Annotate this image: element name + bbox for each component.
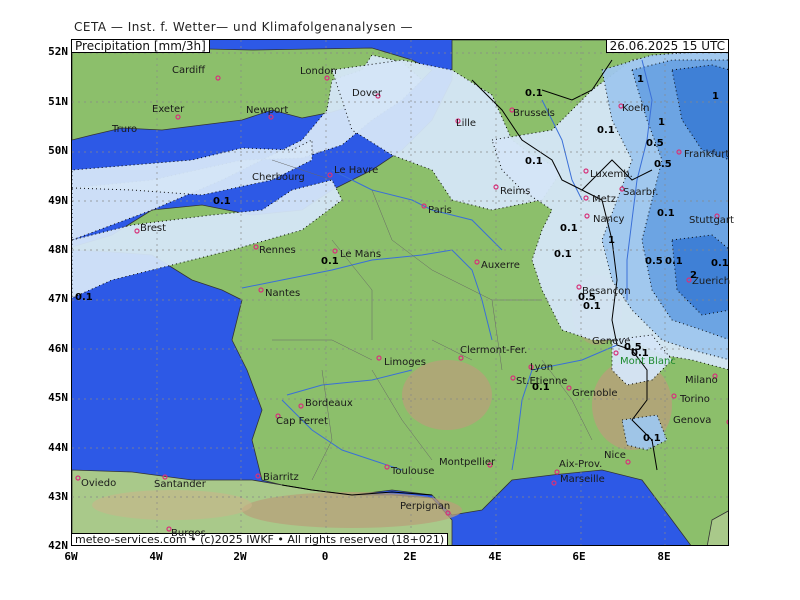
contour-label: 0.1 — [597, 125, 615, 136]
city-label-le-mans: Le Mans — [340, 249, 382, 260]
city-label-cardiff: Cardiff — [172, 65, 206, 76]
city-label-aix-prov: Aix-Prov. — [559, 459, 603, 470]
city-label-clermont-fer: Clermont-Fer. — [460, 345, 528, 356]
lat-tick-47n: 47N — [48, 292, 68, 305]
lon-tick-2w: 2W — [233, 550, 247, 563]
lat-tick-46n: 46N — [48, 342, 68, 355]
contour-label: 0.1 — [213, 196, 231, 207]
contour-label: 0.5 — [578, 292, 596, 303]
city-label-genova: Genova — [673, 415, 712, 426]
contour-label: 0.1 — [525, 88, 543, 99]
city-label-brussels: Brussels — [513, 108, 555, 119]
city-label-frankfurt: Frankfurt — [684, 149, 730, 160]
lat-tick-49n: 49N — [48, 194, 68, 207]
city-label-koeln: Koeln — [622, 103, 650, 114]
city-label-nantes: Nantes — [265, 288, 301, 299]
contour-label: 2 — [690, 270, 697, 281]
city-label-auxerre: Auxerre — [481, 260, 520, 271]
contour-label: 1 — [637, 74, 644, 85]
lon-tick-6e: 6E — [572, 550, 586, 563]
contour-label: 0.1 — [711, 258, 729, 269]
contour-label: 0.5 — [646, 138, 664, 149]
lon-tick-4w: 4W — [149, 550, 163, 563]
city-label-oviedo: Oviedo — [81, 478, 117, 489]
city-label-biarritz: Biarritz — [263, 472, 299, 483]
lat-tick-44n: 44N — [48, 441, 68, 454]
city-label-luxemb: Luxemb. — [590, 169, 633, 180]
contour-label: 1 — [608, 235, 615, 246]
city-label-exeter: Exeter — [152, 104, 185, 115]
contour-label: 1 — [712, 91, 719, 102]
city-label-london: London — [300, 66, 337, 77]
city-label-metz: Metz — [592, 194, 616, 205]
city-label-lyon: Lyon — [530, 362, 554, 373]
city-label-nancy: Nancy — [593, 214, 625, 225]
city-label-limoges: Limoges — [384, 357, 426, 368]
contour-label: 0.1 — [665, 256, 683, 267]
city-label-cap-ferret: Cap Ferret — [276, 416, 328, 427]
lon-tick-4e: 4E — [488, 550, 502, 563]
lon-tick-6w: 6W — [64, 550, 78, 563]
contour-label: 0.5 — [624, 342, 642, 353]
city-label-marseille: Marseille — [560, 474, 605, 485]
city-label-reims: Reims — [500, 186, 531, 197]
lon-tick-8e: 8E — [657, 550, 671, 563]
relief-massif-central — [402, 360, 492, 430]
city-label-dover: Dover — [352, 88, 382, 99]
city-label-newport: Newport — [246, 105, 289, 116]
lon-tick-0: 0 — [321, 550, 329, 563]
parameter-label: Precipitation [mm/3h] — [71, 39, 210, 53]
city-label-santander: Santander — [154, 479, 206, 490]
city-label-toulouse: Toulouse — [391, 466, 435, 477]
contour-label: 0.1 — [75, 292, 93, 303]
copyright-footer: meteo-services.com • (c)2025 IWKF • All … — [71, 533, 449, 546]
city-label-saarbr: Saarbr. — [623, 187, 659, 198]
city-label-burgos: Burgos — [171, 528, 206, 539]
city-label-rennes: Rennes — [259, 245, 296, 256]
lon-tick-2e: 2E — [403, 550, 417, 563]
city-label-le-havre: Le Havre — [334, 165, 379, 176]
lat-tick-51n: 51N — [48, 95, 68, 108]
lat-tick-50n: 50N — [48, 144, 68, 157]
contour-label: 0.1 — [321, 256, 339, 267]
city-label-grenoble: Grenoble — [572, 388, 618, 399]
relief-cantabrian — [92, 490, 252, 520]
lat-tick-48n: 48N — [48, 243, 68, 256]
city-label-zuerich: Zuerich — [692, 276, 731, 287]
city-label-paris: Paris — [428, 205, 452, 216]
lat-tick-45n: 45N — [48, 391, 68, 404]
city-label-cherbourg: Cherbourg — [252, 172, 305, 183]
city-label-nice: Nice — [604, 450, 626, 461]
contour-label: 0.1 — [657, 208, 675, 219]
contour-label: 0.5 — [654, 159, 672, 170]
city-label-brest: Brest — [140, 223, 167, 234]
city-label-bordeaux: Bordeaux — [305, 398, 353, 409]
city-label-torino: Torino — [680, 394, 710, 405]
contour-label: 0.1 — [560, 223, 578, 234]
valid-time-label: 26.06.2025 15 UTC — [605, 39, 729, 53]
city-label-truro: Truro — [112, 124, 138, 135]
contour-label: 0.1 — [643, 433, 661, 444]
contour-label: 0.1 — [554, 249, 572, 260]
contour-label: 0.1 — [532, 382, 550, 393]
contour-label: 0.5 — [645, 256, 663, 267]
lat-tick-43n: 43N — [48, 490, 68, 503]
contour-label: 0.1 — [525, 156, 543, 167]
contour-label: 1 — [658, 117, 665, 128]
city-label-milano: Milano — [685, 375, 718, 386]
city-label-lille: Lille — [456, 118, 477, 129]
city-label-montpellier: Montpellier — [439, 457, 496, 468]
city-label-perpignan: Perpignan — [400, 501, 451, 512]
city-label-stuttgart: Stuttgart — [689, 215, 734, 226]
lat-tick-52n: 52N — [48, 45, 68, 58]
chart-title: CETA — Inst. f. Wetter— und Klimafolgena… — [74, 20, 414, 34]
